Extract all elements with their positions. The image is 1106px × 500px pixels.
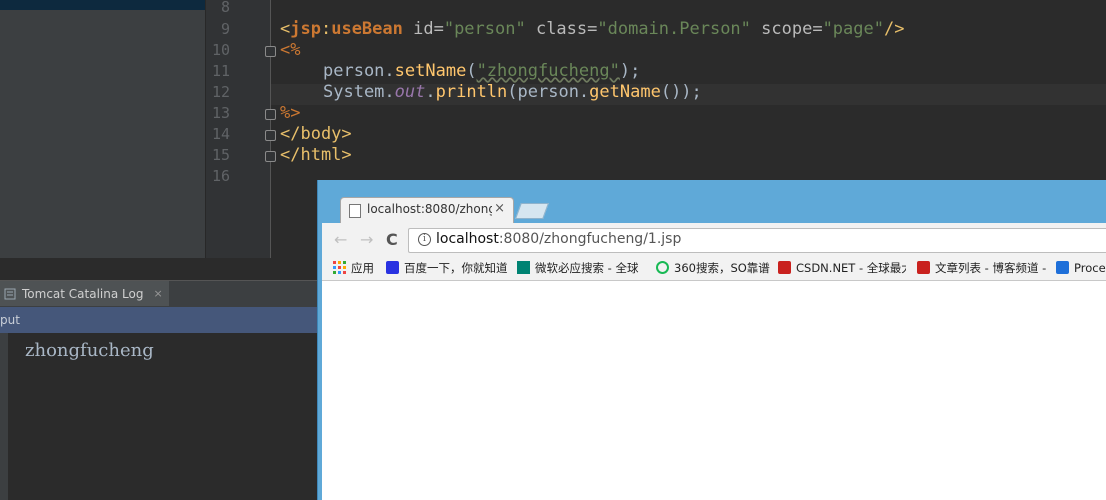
line-number: 11	[211, 62, 230, 80]
code-line-12: System.out.println(person.getName());	[323, 82, 702, 102]
line-number: 15	[211, 146, 230, 164]
processon-icon	[1056, 261, 1069, 274]
gutter-separator	[270, 0, 271, 258]
code-line-10: <%	[280, 40, 301, 60]
output-label: put	[0, 313, 20, 327]
bookmark-csdn-blog[interactable]: 文章列表 - 博客频道 -	[917, 259, 1047, 276]
line-number: 16	[211, 167, 230, 185]
code-line-11: person.setName("zhongfucheng");	[323, 61, 641, 81]
page-icon	[349, 204, 361, 218]
back-button[interactable]: ←	[334, 230, 347, 249]
csdn-icon	[778, 261, 791, 274]
close-icon[interactable]: ×	[153, 287, 162, 300]
tab-label: Tomcat Catalina Log	[22, 286, 144, 301]
reload-button[interactable]: C	[386, 230, 398, 249]
browser-tab-title: localhost:8080/zhongfu	[367, 202, 492, 216]
browser-tab-active[interactable]: localhost:8080/zhongfu ×	[340, 197, 514, 224]
so360-icon	[656, 261, 669, 274]
close-icon[interactable]: ×	[494, 201, 505, 216]
bookmark-csdn[interactable]: CSDN.NET - 全球最大	[778, 259, 906, 276]
console-gutter	[0, 333, 8, 500]
info-icon[interactable]: i	[418, 233, 431, 246]
console-output-text: zhongfucheng	[25, 340, 154, 361]
code-line-15: </html>	[280, 145, 352, 165]
code-line-13: %>	[280, 103, 301, 123]
project-panel	[0, 0, 205, 258]
project-panel-selection-bar	[0, 0, 205, 10]
new-tab-button[interactable]	[515, 203, 549, 219]
bookmark-apps[interactable]: 应用	[333, 259, 374, 276]
fold-marker-icon[interactable]	[265, 46, 276, 57]
apps-icon	[333, 261, 346, 274]
csdn-blog-icon	[917, 261, 930, 274]
bookmark-360[interactable]: 360搜索，SO靠谱	[656, 259, 770, 276]
bookmark-processon[interactable]: Proces	[1056, 259, 1106, 276]
line-number: 13	[211, 104, 230, 122]
page-content	[322, 281, 1106, 500]
bookmark-bing[interactable]: 微软必应搜索 - 全球	[517, 259, 645, 276]
baidu-icon	[386, 261, 399, 274]
fold-marker-icon[interactable]	[265, 109, 276, 120]
line-number: 9	[220, 20, 230, 38]
code-line-9: <jsp:useBean id="person" class="domain.P…	[280, 19, 905, 39]
line-number: 8	[220, 0, 230, 16]
output-header: put	[0, 307, 330, 333]
line-number: 12	[211, 83, 230, 101]
bing-icon	[517, 261, 530, 274]
log-file-icon	[4, 288, 16, 299]
code-line-14: </body>	[280, 124, 352, 144]
fold-marker-icon[interactable]	[265, 151, 276, 162]
fold-marker-icon[interactable]	[265, 130, 276, 141]
bookmark-baidu[interactable]: 百度一下，你就知道	[386, 259, 508, 276]
line-number: 10	[211, 41, 230, 59]
line-number: 14	[211, 125, 230, 143]
address-bar-text: localhost:8080/zhongfucheng/1.jsp	[436, 231, 682, 247]
tab-tomcat-catalina-log[interactable]: Tomcat Catalina Log ×	[0, 281, 169, 306]
forward-button[interactable]: →	[360, 230, 373, 249]
